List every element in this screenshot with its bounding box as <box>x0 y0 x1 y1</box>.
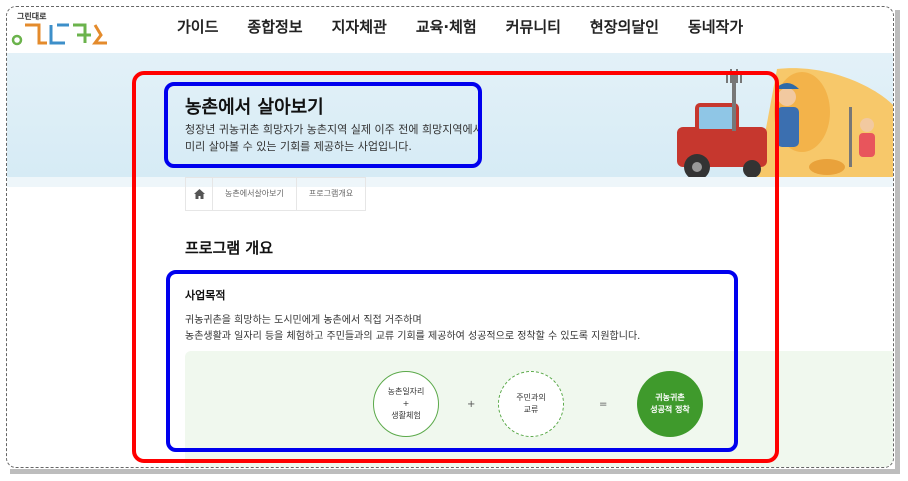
nav-item-community[interactable]: 커뮤니티 <box>506 16 561 37</box>
nav-item-masters[interactable]: 현장의달인 <box>590 16 659 37</box>
nav-item-local-gov[interactable]: 지자체관 <box>332 16 387 37</box>
site-header: 그린대로 가이드 종합정보 지자체관 교육·체험 커뮤니티 현장의달인 동네작가 <box>7 7 893 53</box>
logo-graphic <box>11 23 107 46</box>
frame-shadow-right <box>895 10 900 472</box>
annotation-blue-box-purpose <box>166 270 738 452</box>
frame-shadow-bottom <box>10 469 900 474</box>
main-nav: 가이드 종합정보 지자체관 교육·체험 커뮤니티 현장의달인 동네작가 <box>177 16 772 37</box>
nav-item-guide[interactable]: 가이드 <box>177 16 218 37</box>
nav-item-info[interactable]: 종합정보 <box>247 16 302 37</box>
nav-item-education[interactable]: 교육·체험 <box>416 16 477 37</box>
annotation-blue-box-title <box>164 82 482 168</box>
nav-item-local-writer[interactable]: 동네작가 <box>688 16 743 37</box>
site-logo[interactable]: 그린대로 <box>11 11 111 47</box>
